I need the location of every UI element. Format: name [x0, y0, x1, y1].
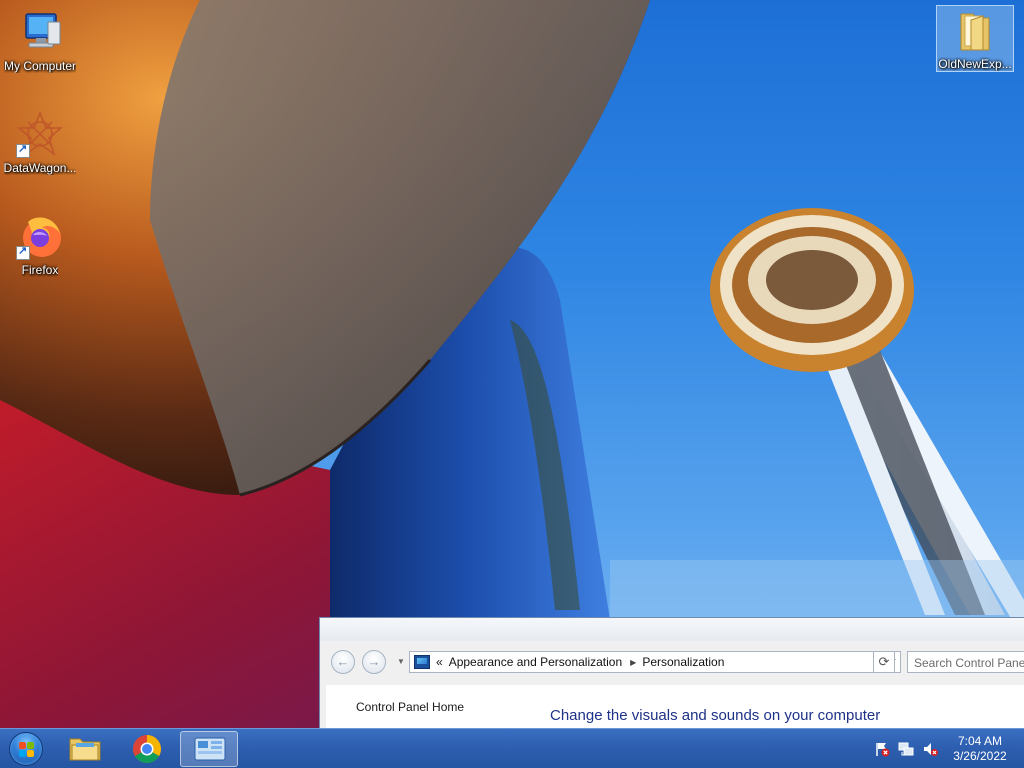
taskbar-windows-explorer[interactable] [56, 731, 114, 767]
recent-pages-dropdown-icon[interactable]: ▼ [397, 657, 405, 666]
search-input[interactable]: Search Control Panel [907, 651, 1024, 673]
navigation-bar: ← → ▼ « Appearance and Personalization ▶… [320, 641, 1024, 681]
action-center-flag-icon[interactable] [874, 741, 890, 757]
taskbar-control-panel[interactable] [180, 731, 238, 767]
windows-orb-icon [9, 732, 43, 766]
taskbar: 7:04 AM 3/26/2022 [0, 728, 1024, 768]
taskbar-clock[interactable]: 7:04 AM 3/26/2022 [948, 734, 1012, 764]
breadcrumb-personalization[interactable]: Personalization [642, 655, 724, 669]
window-titlebar[interactable]: ▫ [320, 618, 1024, 641]
breadcrumb-prefix[interactable]: « [436, 655, 443, 669]
forward-button[interactable]: → [362, 650, 386, 674]
volume-muted-icon[interactable] [922, 741, 938, 757]
taskbar-google-chrome[interactable] [118, 731, 176, 767]
folder-icon [951, 6, 999, 54]
refresh-button[interactable]: ⟳ [873, 651, 895, 673]
desktop-icon-label: Firefox [21, 263, 59, 277]
clock-time: 7:04 AM [957, 734, 1003, 748]
address-bar[interactable]: « Appearance and Personalization ▶ Perso… [409, 651, 901, 673]
desktop-icon-label: My Computer [3, 59, 77, 73]
page-heading: Change the visuals and sounds on your co… [550, 707, 881, 724]
shortcut-arrow-icon [16, 142, 30, 158]
window-content: Control Panel Home Change the visuals an… [326, 685, 1024, 729]
folder-icon [69, 738, 101, 761]
control-panel-icon [414, 655, 430, 669]
network-icon[interactable] [898, 741, 914, 757]
datawagon-icon [16, 110, 64, 158]
breadcrumb-chevron-icon[interactable]: ▶ [630, 658, 636, 667]
desktop-icon-firefox[interactable]: Firefox [0, 212, 80, 277]
desktop-icon-label: DataWagon... [3, 161, 77, 175]
chrome-icon [133, 735, 161, 763]
desktop-icon-datawagon[interactable]: DataWagon... [0, 110, 80, 175]
firefox-icon [16, 212, 64, 260]
desktop-icon-my-computer[interactable]: My Computer [0, 8, 80, 73]
clock-date: 3/26/2022 [953, 749, 1007, 763]
back-button[interactable]: ← [331, 650, 355, 674]
desktop-icon-label: OldNewExp... [938, 57, 1012, 71]
shortcut-arrow-icon [16, 244, 30, 260]
control-panel-icon [194, 737, 226, 761]
control-panel-home-link[interactable]: Control Panel Home [356, 700, 464, 714]
breadcrumb-appearance[interactable]: Appearance and Personalization [449, 655, 622, 669]
search-placeholder: Search Control Panel [914, 656, 1024, 670]
control-panel-window[interactable]: ▫ ← → ▼ « Appearance and Personalization… [319, 617, 1024, 730]
desktop-icon-oldnewexplorer[interactable]: OldNewExp... [936, 5, 1014, 72]
start-button[interactable] [6, 730, 46, 768]
computer-icon [16, 8, 64, 56]
